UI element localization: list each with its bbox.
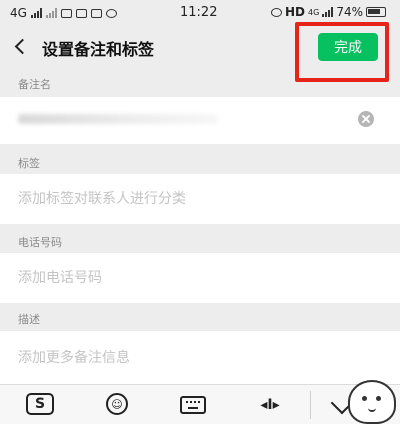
status-time: 11:22 bbox=[180, 5, 218, 20]
emoji-icon[interactable]: ☺ bbox=[106, 393, 128, 415]
tags-label: 标签 bbox=[18, 157, 40, 170]
image-icon bbox=[90, 8, 102, 18]
phone-row[interactable] bbox=[0, 253, 400, 303]
battery-icon bbox=[366, 7, 386, 17]
toolbar-divider bbox=[310, 391, 311, 419]
remark-input[interactable] bbox=[18, 105, 348, 135]
done-button[interactable]: 完成 bbox=[318, 33, 378, 61]
keyboard-icon[interactable] bbox=[180, 396, 206, 414]
hd-label: HD bbox=[285, 5, 306, 19]
description-input[interactable] bbox=[18, 343, 348, 373]
alarm-icon bbox=[271, 7, 283, 17]
status-right: HD 4G 74% bbox=[271, 5, 386, 19]
tags-input[interactable] bbox=[18, 184, 348, 214]
phone-input[interactable] bbox=[18, 263, 348, 293]
clear-icon[interactable] bbox=[358, 111, 374, 127]
network-label: 4G bbox=[10, 6, 27, 20]
keyboard-toolbar: S ☺ ◂I▸ bbox=[0, 384, 400, 424]
sogou-logo-icon[interactable]: S bbox=[26, 393, 54, 415]
signal-2-icon bbox=[45, 8, 57, 18]
description-label: 描述 bbox=[18, 313, 40, 326]
sync-icon bbox=[105, 8, 117, 18]
signal-right-icon bbox=[322, 7, 334, 17]
signal-icon bbox=[30, 8, 42, 18]
message-icon bbox=[75, 8, 87, 18]
page-title: 设置备注和标签 bbox=[42, 40, 155, 59]
battery-label: 74% bbox=[336, 5, 363, 19]
phone-label: 电话号码 bbox=[18, 236, 62, 249]
network-right-label: 4G bbox=[308, 7, 320, 17]
mascot-icon bbox=[348, 380, 396, 424]
tags-row[interactable] bbox=[0, 174, 400, 224]
cursor-move-icon[interactable]: ◂I▸ bbox=[254, 393, 286, 417]
description-row[interactable] bbox=[0, 331, 400, 384]
video-icon bbox=[60, 8, 72, 18]
status-left: 4G bbox=[10, 6, 117, 20]
remark-label: 备注名 bbox=[18, 78, 51, 91]
back-chevron-icon[interactable] bbox=[14, 36, 28, 56]
remark-row bbox=[0, 97, 400, 144]
